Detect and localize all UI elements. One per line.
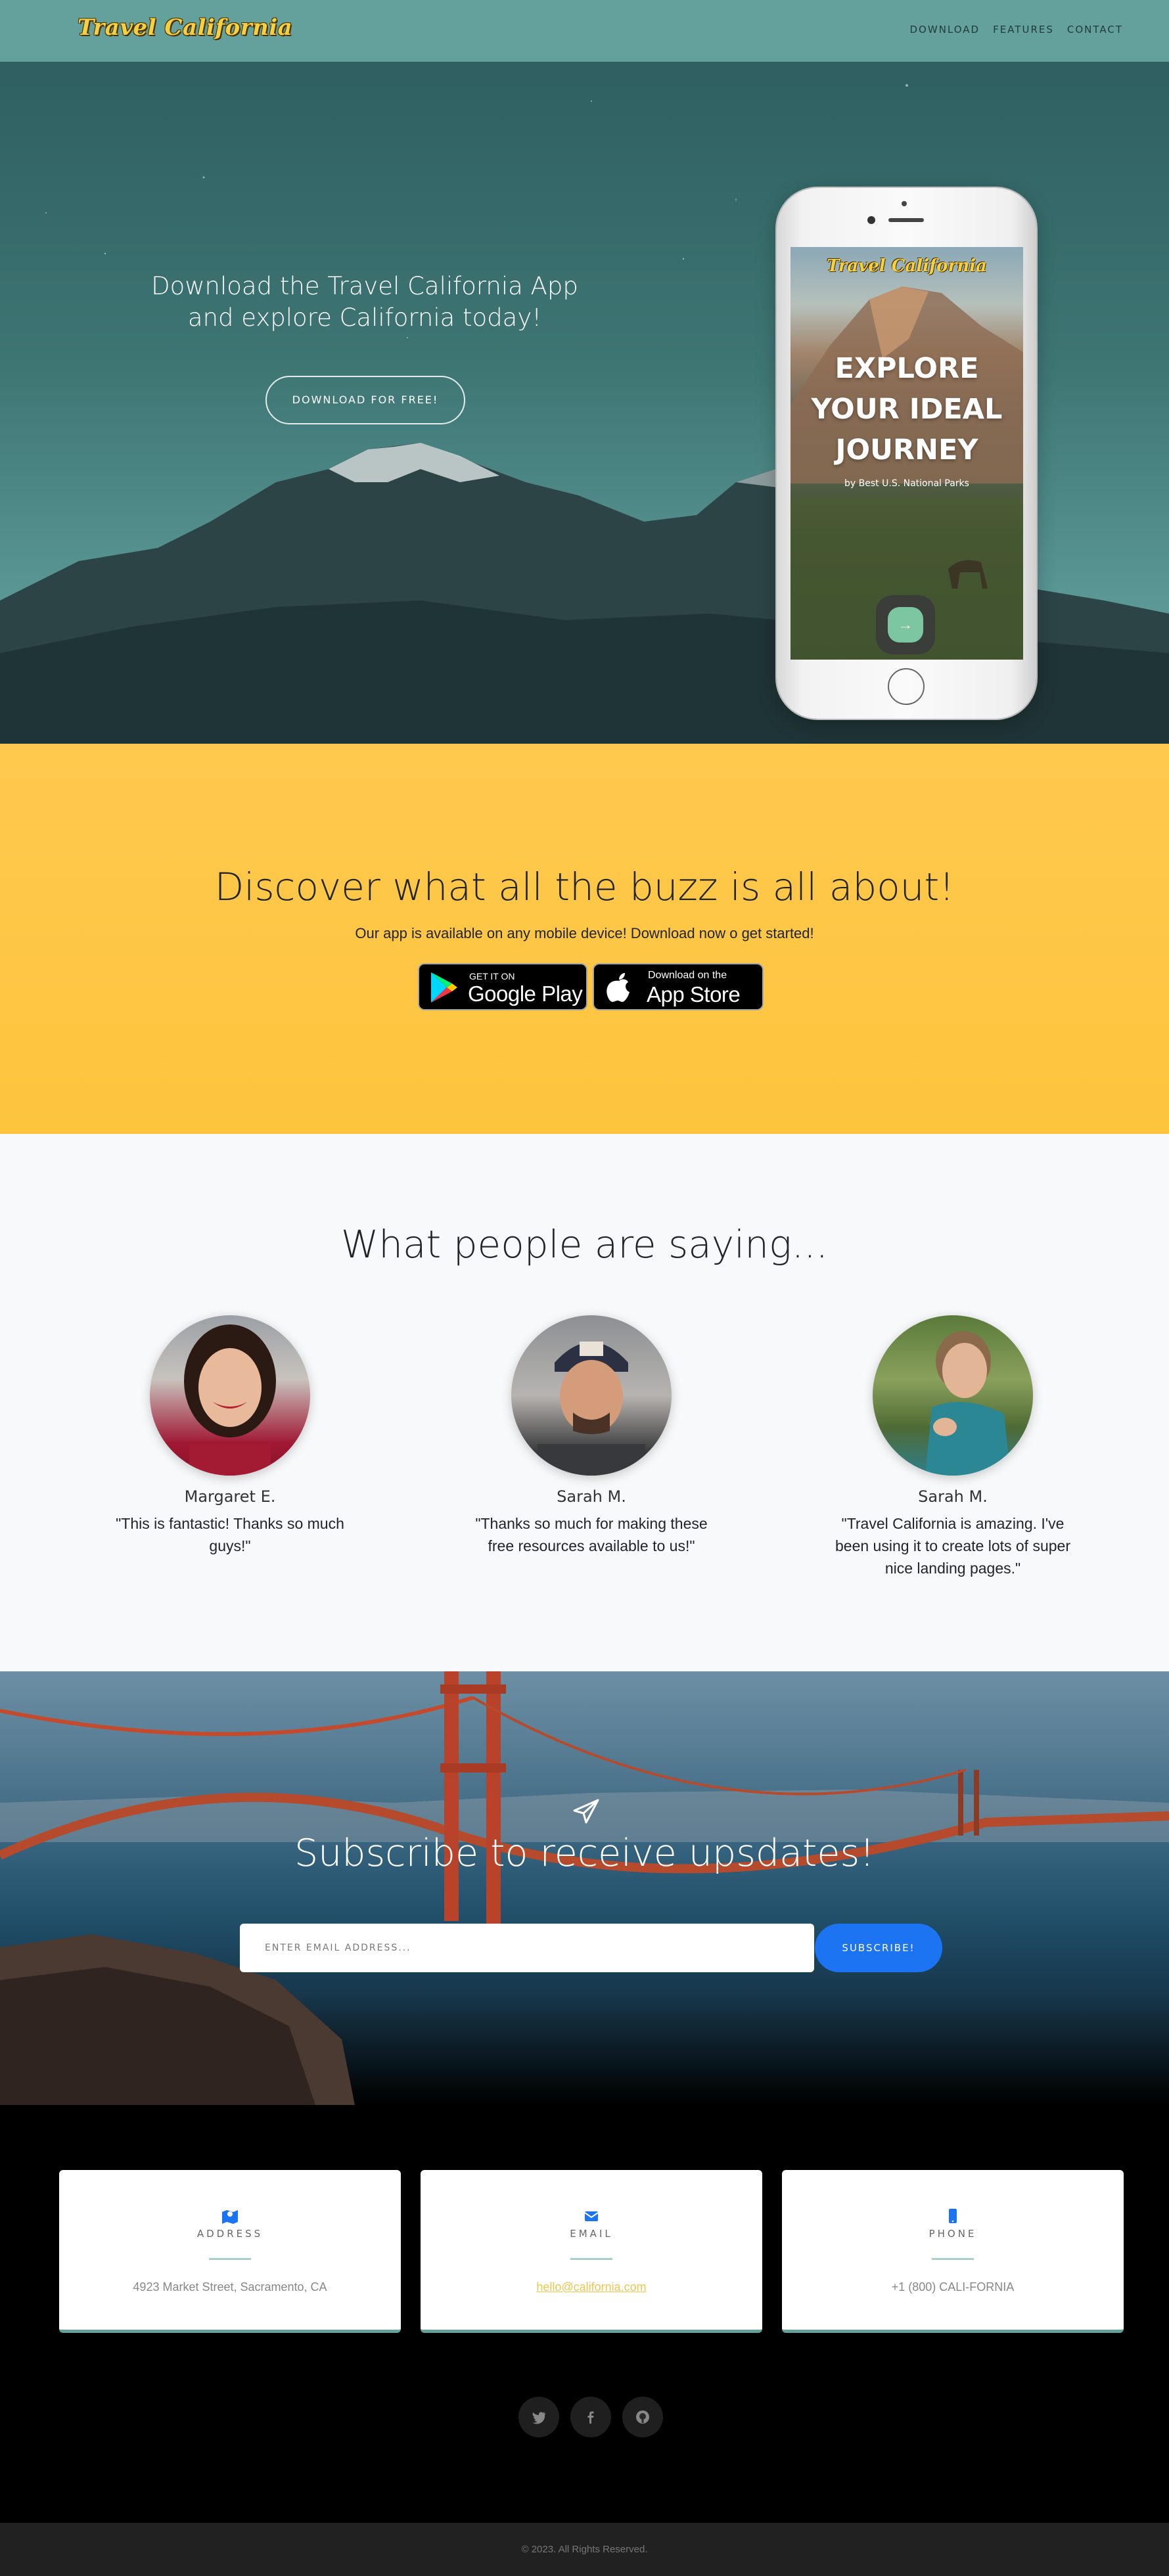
phone-mockup: Travel California EXPLORE YOUR IDEAL JOU… xyxy=(777,188,1036,719)
app-store-big-text: App Store xyxy=(647,982,741,1006)
testimonial-card: Sarah M. "Thanks so much for making thes… xyxy=(473,1315,710,1557)
testimonials-heading: What people are saying... xyxy=(340,1222,829,1267)
phone-title: EXPLORE YOUR IDEAL JOURNEY xyxy=(791,348,1023,470)
testimonial-name: Margaret E. xyxy=(184,1487,276,1506)
app-store-small-text: Download on the xyxy=(648,970,727,981)
divider xyxy=(209,2258,251,2260)
download-text: Our app is available on any mobile devic… xyxy=(355,925,814,941)
subscribe-button[interactable]: SUBSCRIBE! xyxy=(815,1924,942,1972)
mobile-icon xyxy=(949,2209,957,2223)
facebook-icon xyxy=(587,2411,594,2424)
nav-link-download[interactable]: DOWNLOAD xyxy=(910,24,980,35)
github-link[interactable] xyxy=(622,2397,663,2437)
facebook-link[interactable] xyxy=(570,2397,611,2437)
divider xyxy=(932,2258,974,2260)
download-section: Discover what all the buzz is all about!… xyxy=(0,744,1169,1134)
golden-gate-background xyxy=(0,1671,1169,2105)
copyright-text: © 2023. All Rights Reserved. xyxy=(521,2544,648,2555)
contact-address: 4923 Market Street, Sacramento, CA xyxy=(133,2280,327,2294)
twitter-icon xyxy=(532,2412,545,2424)
hero-section: Download the Travel California App and e… xyxy=(0,62,1169,744)
contact-card-title: PHONE xyxy=(928,2228,977,2240)
nav-link-contact[interactable]: CONTACT xyxy=(1067,24,1123,35)
testimonial-quote: "Travel California is amazing. I've been… xyxy=(835,1515,1070,1577)
apple-icon xyxy=(607,973,630,1002)
contact-section: ADDRESS 4923 Market Street, Sacramento, … xyxy=(0,2105,1169,2523)
app-store-badge[interactable]: Download on the App Store xyxy=(593,963,764,1010)
testimonial-card: Margaret E. "This is fantastic! Thanks s… xyxy=(112,1315,348,1557)
avatar xyxy=(150,1315,310,1476)
paper-plane-icon xyxy=(573,1799,599,1824)
testimonial-card: Sarah M. "Travel California is amazing. … xyxy=(835,1315,1071,1579)
phone-title-line: EXPLORE xyxy=(835,352,979,385)
phone-title-line: YOUR IDEAL xyxy=(811,393,1003,426)
phone-home-button xyxy=(888,668,925,705)
testimonial-quote: "Thanks so much for making these free re… xyxy=(475,1515,708,1554)
envelope-icon xyxy=(584,2211,599,2221)
avatar xyxy=(511,1315,672,1476)
brand-logo[interactable]: Travel California xyxy=(78,14,292,41)
contact-card-email: EMAIL hello@california.com xyxy=(421,2170,762,2333)
phone-screen: Travel California EXPLORE YOUR IDEAL JOU… xyxy=(791,247,1023,660)
contact-card-title: ADDRESS xyxy=(196,2228,264,2240)
arrow-right-icon: → xyxy=(888,607,923,643)
phone-camera xyxy=(902,201,907,206)
map-icon xyxy=(222,2210,238,2224)
contact-card-phone: PHONE +1 (800) CALI-FORNIA xyxy=(782,2170,1124,2333)
github-icon xyxy=(636,2410,649,2424)
contact-card-title: EMAIL xyxy=(570,2228,613,2240)
subscribe-heading: Subscribe to receive upsdates! xyxy=(294,1832,875,1875)
phone-brand: Travel California xyxy=(827,256,987,276)
google-play-big-text: Google Play xyxy=(468,982,583,1006)
phone-subtitle: by Best U.S. National Parks xyxy=(844,478,969,489)
testimonial-quote: "This is fantastic! Thanks so much guys!… xyxy=(116,1515,344,1554)
email-input[interactable] xyxy=(240,1924,814,1972)
contact-phone: +1 (800) CALI-FORNIA xyxy=(891,2280,1015,2294)
testimonials-section: What people are saying... Margaret E. "T… xyxy=(0,1134,1169,1671)
nav-link-features[interactable]: FEATURES xyxy=(993,24,1054,35)
phone-title-line: JOURNEY xyxy=(835,434,978,466)
contact-card-address: ADDRESS 4923 Market Street, Sacramento, … xyxy=(59,2170,401,2333)
footer: © 2023. All Rights Reserved. xyxy=(0,2523,1169,2576)
testimonial-name: Sarah M. xyxy=(918,1487,988,1506)
subscribe-section: Subscribe to receive upsdates! SUBSCRIBE… xyxy=(0,1671,1169,2105)
divider xyxy=(570,2258,612,2260)
phone-speaker xyxy=(888,218,924,222)
google-play-badge[interactable]: GET IT ON Google Play xyxy=(418,963,587,1010)
download-free-button[interactable]: DOWNLOAD FOR FREE! xyxy=(265,376,465,424)
contact-email-link[interactable]: hello@california.com xyxy=(421,2280,762,2294)
twitter-link[interactable] xyxy=(518,2397,559,2437)
top-navbar: Travel California DOWNLOAD FEATURES CONT… xyxy=(0,0,1169,62)
phone-next-button[interactable]: → xyxy=(876,595,935,654)
download-heading: Discover what all the buzz is all about! xyxy=(214,865,955,909)
nav-links: DOWNLOAD FEATURES CONTACT xyxy=(910,24,1124,35)
avatar xyxy=(873,1315,1033,1476)
hero-headline: Download the Travel California App and e… xyxy=(151,272,578,332)
google-play-icon xyxy=(431,972,457,1003)
phone-sensor xyxy=(867,216,875,224)
google-play-small-text: GET IT ON xyxy=(469,971,515,982)
testimonial-name: Sarah M. xyxy=(557,1487,626,1506)
